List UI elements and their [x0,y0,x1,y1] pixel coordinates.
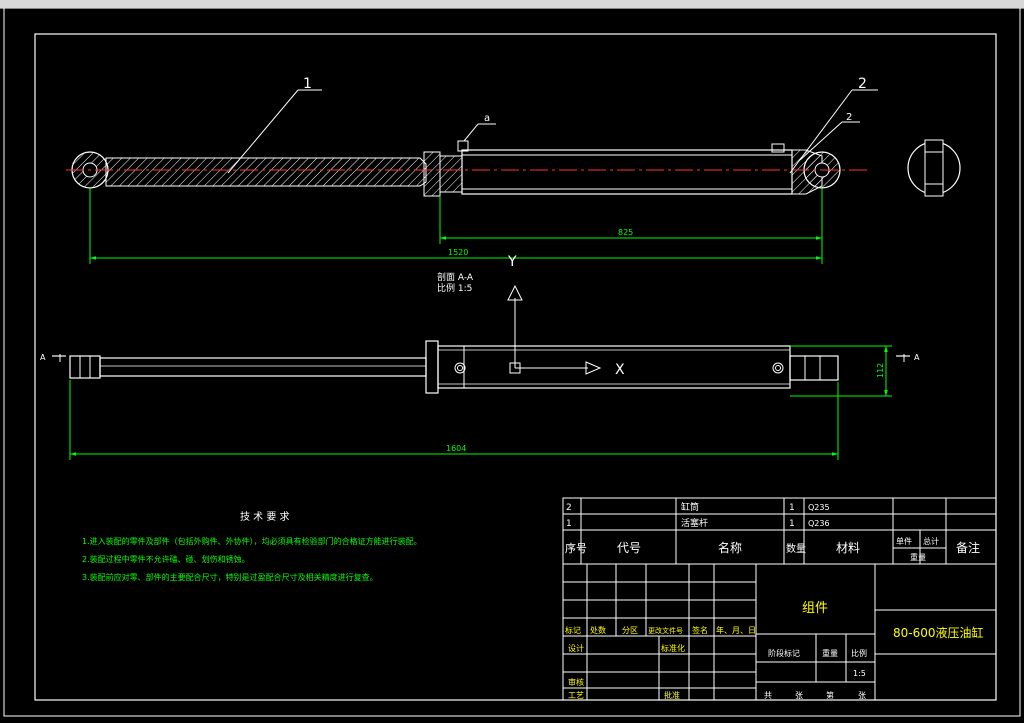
label-weight: 重量 [822,648,838,658]
bom-header-remark: 备注 [956,540,980,555]
label-review: 审核 [568,677,584,687]
section-barrel [437,345,791,389]
bom-row-no: 2 [566,503,572,513]
rev-label-count: 处数 [590,625,606,635]
bom-row-material: Q236 [808,519,830,528]
section-scale: 比例 1:5 [437,282,472,294]
dim-total-length: 1520 [448,248,468,257]
piston-rod [105,157,427,187]
leader-label-1: 1 [303,76,312,92]
leader-label-2: 2 [858,76,867,92]
label-process: 工艺 [568,691,584,700]
sheets-label-sheet2: 张 [858,691,866,700]
bom-header-unit: 单件 [896,536,912,546]
tech-req-item-1: 1.进入装配的零件及部件（包括外购件、外协件），均必须具有检验部门的合格证方能进… [82,536,422,546]
section-mark-left: A [40,353,46,362]
bom-header-weight: 重量 [910,552,926,562]
label-standardization: 标准化 [661,643,685,653]
cad-drawing-area[interactable]: 1 2 2 a 1520 825 剖面 A-A 比例 1:5 Y X A A 1… [0,3,1024,719]
title-block [562,497,997,701]
bom-row-qty: 1 [789,519,795,529]
bom-header-qty: 数量 [786,542,806,555]
bom-row-name: 活塞杆 [681,517,708,529]
bom-row-material: Q235 [808,503,830,512]
end-view [907,139,961,197]
leader-label-2b: 2 [846,112,852,123]
dim-stroke-length: 825 [618,228,633,237]
sheet-outer-border [3,3,1021,717]
drawing-title: 80-600液压油缸 [893,625,984,640]
scale-value: 1:5 [853,669,866,678]
bom-header-total: 总计 [923,536,939,546]
cylinder-barrel [461,149,793,195]
rev-label-mark: 标记 [565,625,581,635]
cylinder-gland [423,151,441,197]
rev-label-doc: 更改文件号 [648,626,683,635]
axis-x-label: X [615,362,625,378]
tech-requirements: 技 术 要 求 1.进入装配的零件及部件（包括外购件、外协件），均必须具有检验部… [82,510,422,582]
leader-label-a: a [484,113,490,124]
axis-y-label: Y [507,254,517,270]
label-scale: 比例 [851,648,867,658]
bom-row-name: 缸筒 [681,501,699,513]
rev-label-sign: 签名 [692,625,708,635]
section-rod [99,357,427,377]
rev-label-date: 年、月、日 [716,625,756,635]
dim-section-total: 1604 [446,444,466,453]
bom-row-qty: 1 [789,503,795,513]
sheets-label-total: 共 [764,691,772,700]
bom-header-no: 序号 [565,541,587,555]
assembly-label: 组件 [802,601,828,616]
main-view: 1 2 2 a 1520 825 [66,76,878,264]
tech-req-item-3: 3.装配前应对零、部件的主要配合尺寸，特别是过盈配合尺寸及相关精度进行复查。 [82,572,378,582]
section-title: 剖面 A-A [437,271,474,283]
sheets-label-no: 第 [826,690,834,700]
label-approve: 批准 [664,690,680,700]
label-stage-mark: 阶段标记 [768,648,800,658]
sheets-label-sheet: 张 [795,691,803,700]
label-design: 设计 [568,643,584,653]
tech-req-item-2: 2.装配过程中零件不允许磕、碰、划伤和锈蚀。 [82,554,250,564]
bom-header-code: 代号 [617,541,641,555]
section-mark-right: A [914,353,920,362]
rev-label-zone: 分区 [622,626,638,635]
section-view: 剖面 A-A 比例 1:5 Y X A A 1604 112 [40,254,920,460]
bom-header-name: 名称 [718,540,742,555]
dim-height: 112 [876,363,885,378]
bom-row-no: 1 [566,519,572,529]
bom-header-material: 材料 [836,541,860,555]
tech-req-title: 技 术 要 求 [240,510,290,523]
